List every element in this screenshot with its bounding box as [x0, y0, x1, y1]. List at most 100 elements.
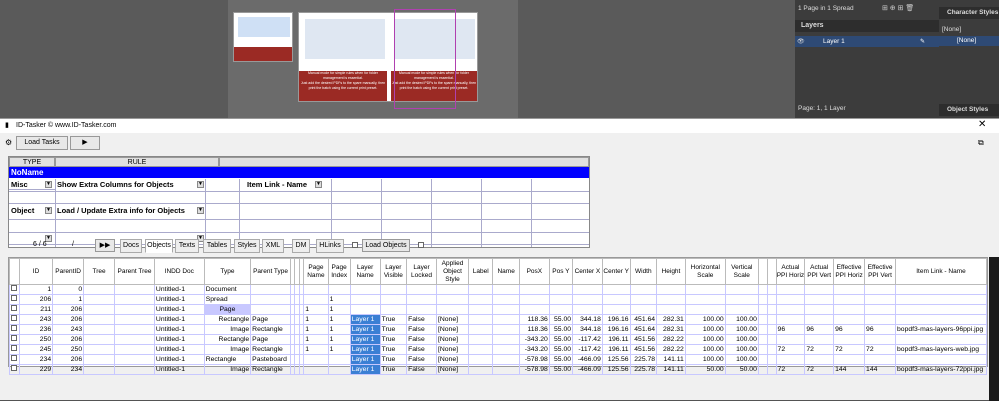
table-cell[interactable] [775, 294, 806, 305]
table-cell[interactable] [548, 294, 574, 305]
table-cell[interactable]: False [406, 344, 437, 355]
table-cell[interactable]: Untitled-1 [153, 284, 205, 295]
row-checkbox-cell[interactable] [9, 354, 20, 365]
eye-icon[interactable]: 👁 [797, 38, 805, 45]
table-cell[interactable]: False [406, 354, 437, 365]
table-cell[interactable]: 196.16 [601, 324, 631, 335]
table-cell[interactable]: -117.42 [572, 344, 603, 355]
panel-buttons-icon[interactable]: ⊞ ⊕ ⊞ 🗑 [882, 4, 914, 12]
table-cell[interactable]: Rectangle [250, 324, 291, 335]
table-cell[interactable] [833, 304, 866, 315]
table-cell[interactable]: 234 [52, 364, 85, 375]
table-cell[interactable]: 72 [775, 344, 806, 355]
table-cell[interactable] [114, 354, 155, 365]
dropdown-arrow-icon[interactable]: ▼ [197, 181, 204, 188]
table-cell[interactable] [114, 284, 155, 295]
table-cell[interactable] [83, 304, 116, 315]
table-cell[interactable]: 100.00 [724, 354, 759, 365]
play-button[interactable]: ▶ [70, 136, 100, 150]
column-header[interactable]: Horizontal Scale [684, 258, 726, 285]
table-cell[interactable]: 125.56 [601, 364, 631, 375]
tab-hlinks[interactable]: HLinks [316, 239, 344, 253]
table-row[interactable]: 243 206 Untitled-1 Rectangle Page 1 1 Layer 1 Tr… [9, 314, 987, 325]
table-cell[interactable]: -343.20 [518, 344, 550, 355]
table-cell[interactable]: 206 [52, 304, 85, 315]
table-cell[interactable] [518, 284, 550, 295]
table-cell[interactable] [114, 304, 155, 315]
table-cell[interactable]: 125.56 [601, 354, 631, 365]
table-cell[interactable]: [None] [435, 324, 470, 335]
table-cell[interactable]: 225.78 [629, 364, 658, 375]
table-cell[interactable]: False [406, 364, 437, 375]
table-cell[interactable] [349, 294, 381, 305]
table-cell[interactable] [775, 334, 806, 345]
table-cell[interactable] [468, 314, 494, 325]
table-cell[interactable]: [None] [435, 354, 470, 365]
table-cell[interactable]: 55.00 [548, 344, 574, 355]
table-cell[interactable]: 234 [18, 354, 54, 365]
table-cell[interactable] [83, 364, 116, 375]
table-cell[interactable]: 282.31 [656, 314, 686, 325]
table-cell[interactable] [572, 284, 603, 295]
table-cell[interactable]: 1 [327, 294, 351, 305]
table-cell[interactable] [656, 304, 686, 315]
row-checkbox[interactable] [11, 315, 18, 321]
table-cell[interactable]: -578.98 [518, 364, 550, 375]
checkbox[interactable] [352, 242, 358, 248]
table-cell[interactable] [629, 294, 658, 305]
table-cell[interactable] [766, 304, 777, 315]
table-cell[interactable] [468, 284, 494, 295]
table-cell[interactable] [250, 284, 291, 295]
gear-icon[interactable]: ⚙ [5, 138, 12, 147]
table-cell[interactable]: bopdf3-mas-layers-72ppi.jpg [895, 364, 987, 375]
table-cell[interactable]: 451.56 [629, 334, 658, 345]
table-cell[interactable] [468, 364, 494, 375]
table-cell[interactable] [83, 314, 116, 325]
table-cell[interactable]: 100.00 [724, 324, 759, 335]
table-cell[interactable] [492, 284, 520, 295]
table-cell[interactable]: Untitled-1 [153, 344, 205, 355]
table-cell[interactable]: 96 [775, 324, 806, 335]
table-cell[interactable]: 100.00 [684, 314, 726, 325]
table-cell[interactable] [435, 294, 470, 305]
checkbox[interactable] [418, 242, 424, 248]
table-cell[interactable] [895, 304, 987, 315]
table-cell[interactable] [684, 294, 726, 305]
table-cell[interactable] [629, 304, 658, 315]
table-row[interactable]: 250 206 Untitled-1 Rectangle Page 1 1 Layer 1 Tr… [9, 334, 987, 345]
column-header[interactable]: ParentID [52, 258, 85, 285]
table-cell[interactable] [548, 284, 574, 295]
table-cell[interactable] [895, 354, 987, 365]
table-cell[interactable]: True [379, 314, 408, 325]
table-cell[interactable] [864, 334, 897, 345]
table-cell[interactable] [804, 294, 835, 305]
table-cell[interactable]: 451.64 [629, 324, 658, 335]
table-cell[interactable] [406, 284, 437, 295]
table-cell[interactable]: Rectangle [250, 364, 291, 375]
row-checkbox-cell[interactable] [9, 324, 20, 335]
table-cell[interactable]: 72 [833, 344, 866, 355]
table-cell[interactable]: True [379, 354, 408, 365]
table-cell[interactable]: 55.00 [548, 324, 574, 335]
table-cell[interactable]: Page [203, 304, 252, 315]
table-cell[interactable] [757, 334, 768, 345]
table-cell[interactable]: 50.00 [724, 364, 759, 375]
table-cell[interactable]: 1 [327, 334, 351, 345]
table-cell[interactable] [379, 294, 408, 305]
table-cell[interactable]: Pasteboard [250, 354, 291, 365]
table-cell[interactable]: bopdf3-mas-layers-web.jpg [895, 344, 987, 355]
table-cell[interactable] [349, 284, 381, 295]
load-tasks-button[interactable]: Load Tasks [16, 136, 68, 150]
table-cell[interactable]: True [379, 344, 408, 355]
column-header[interactable]: Height [656, 258, 686, 285]
table-row[interactable]: 236 243 Untitled-1 Image Rectangle 1 1 Layer 1T… [9, 324, 987, 335]
table-cell[interactable] [833, 334, 866, 345]
rule-param-cell[interactable]: Item Link - Name [245, 179, 325, 190]
table-cell[interactable]: Image [203, 344, 252, 355]
table-cell[interactable]: 206 [52, 334, 85, 345]
table-cell[interactable]: 245 [18, 344, 54, 355]
table-cell[interactable] [757, 364, 768, 375]
column-header[interactable]: Actual PPI Horiz [775, 258, 806, 285]
table-cell[interactable] [766, 344, 777, 355]
table-cell[interactable] [83, 344, 116, 355]
